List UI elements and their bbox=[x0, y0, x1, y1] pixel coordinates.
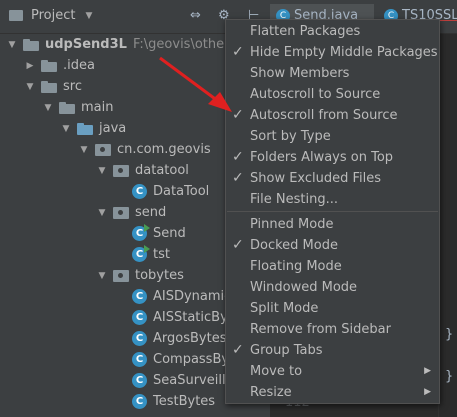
menu-item-label: Pinned Mode bbox=[250, 217, 334, 232]
menu-item-floating-mode[interactable]: Floating Mode bbox=[226, 256, 439, 277]
java-class-icon: C bbox=[132, 373, 147, 388]
menu-item-group-tabs[interactable]: ✓ Group Tabs bbox=[226, 340, 439, 361]
source-folder-icon bbox=[77, 122, 93, 135]
check-icon: ✓ bbox=[232, 342, 244, 358]
menu-item-label: Split Mode bbox=[250, 301, 319, 316]
check-icon: ✓ bbox=[232, 107, 244, 123]
java-class-icon: C bbox=[132, 310, 147, 325]
chevron-down-icon[interactable]: ▼ bbox=[96, 166, 108, 176]
menu-item-move-to[interactable]: Move to ▶ bbox=[226, 361, 439, 382]
check-icon: ✓ bbox=[232, 237, 244, 253]
menu-item-label: Autoscroll from Source bbox=[250, 108, 398, 123]
chevron-down-icon[interactable]: ▼ bbox=[42, 103, 54, 113]
package-icon bbox=[95, 143, 111, 156]
menu-item-label: Flatten Packages bbox=[250, 24, 361, 39]
menu-item-flatten-packages[interactable]: Flatten Packages bbox=[226, 21, 439, 42]
chevron-down-icon[interactable]: ▼ bbox=[60, 124, 72, 134]
menu-item-label: Docked Mode bbox=[250, 238, 338, 253]
menu-item-label: Remove from Sidebar bbox=[250, 322, 391, 337]
package-icon bbox=[113, 269, 129, 282]
tree-item-label: datatool bbox=[135, 163, 189, 178]
menu-item-label: File Nesting... bbox=[250, 192, 338, 207]
project-title: Project bbox=[31, 8, 76, 23]
menu-item-label: Show Excluded Files bbox=[250, 171, 382, 186]
submenu-arrow-icon: ▶ bbox=[424, 387, 431, 397]
menu-item-remove-from-sidebar[interactable]: Remove from Sidebar bbox=[226, 319, 439, 340]
java-class-icon: C bbox=[132, 289, 147, 304]
menu-item-label: Sort by Type bbox=[250, 129, 331, 144]
menu-item-label: Resize bbox=[250, 385, 292, 400]
tree-item-label: .idea bbox=[63, 58, 95, 73]
chevron-down-icon[interactable]: ▼ bbox=[6, 40, 18, 50]
menu-item-folders-always-on-top[interactable]: ✓ Folders Always on Top bbox=[226, 147, 439, 168]
menu-item-sort-by-type[interactable]: Sort by Type bbox=[226, 126, 439, 147]
chevron-down-icon[interactable]: ▼ bbox=[96, 208, 108, 218]
project-options-menu: Flatten Packages ✓ Hide Empty Middle Pac… bbox=[225, 19, 440, 404]
menu-item-label: Group Tabs bbox=[250, 343, 323, 358]
folder-icon bbox=[41, 59, 57, 72]
tree-item-label: send bbox=[135, 205, 167, 220]
menu-item-windowed-mode[interactable]: Windowed Mode bbox=[226, 277, 439, 298]
tree-item-label: tobytes bbox=[135, 268, 184, 283]
menu-item-hide-empty-middle-packages[interactable]: ✓ Hide Empty Middle Packages bbox=[226, 42, 439, 63]
menu-item-autoscroll-to-source[interactable]: Autoscroll to Source bbox=[226, 84, 439, 105]
submenu-arrow-icon: ▶ bbox=[424, 366, 431, 376]
menu-item-docked-mode[interactable]: ✓ Docked Mode bbox=[226, 235, 439, 256]
chevron-down-icon[interactable]: ▼ bbox=[85, 11, 92, 21]
java-class-icon: C bbox=[132, 331, 147, 346]
tree-item-label: src bbox=[63, 79, 82, 94]
menu-separator bbox=[227, 211, 438, 212]
menu-item-label: Show Members bbox=[250, 66, 350, 81]
menu-item-label: Autoscroll to Source bbox=[250, 87, 381, 102]
tree-item-label: DataTool bbox=[153, 184, 210, 199]
folder-icon bbox=[9, 10, 23, 21]
folder-icon bbox=[59, 101, 75, 114]
menu-item-show-members[interactable]: Show Members bbox=[226, 63, 439, 84]
package-icon bbox=[113, 206, 129, 219]
scroll-from-source-icon[interactable]: ⇔ bbox=[190, 8, 201, 23]
tree-item-label: cn.com.geovis bbox=[117, 142, 211, 157]
java-class-icon: C bbox=[132, 394, 147, 409]
editor-brace: } bbox=[445, 369, 454, 384]
chevron-right-icon[interactable]: ▶ bbox=[24, 61, 36, 71]
check-icon: ✓ bbox=[232, 170, 244, 186]
editor-area: } } bbox=[438, 34, 457, 417]
tree-item-label: CompassByt bbox=[153, 352, 235, 367]
menu-item-label: Floating Mode bbox=[250, 259, 342, 274]
tree-item-label: ArgosBytes bbox=[153, 331, 227, 346]
menu-item-resize[interactable]: Resize ▶ bbox=[226, 382, 439, 403]
check-icon: ✓ bbox=[232, 149, 244, 165]
menu-item-label: Windowed Mode bbox=[250, 280, 358, 295]
tree-item-label: main bbox=[81, 100, 114, 115]
root-name: udpSend3L bbox=[45, 37, 127, 52]
folder-icon bbox=[41, 80, 57, 93]
chevron-down-icon[interactable]: ▼ bbox=[78, 145, 90, 155]
menu-item-label: Folders Always on Top bbox=[250, 150, 394, 165]
menu-item-label: Hide Empty Middle Packages bbox=[250, 45, 438, 60]
check-icon: ✓ bbox=[232, 44, 244, 60]
module-folder-icon bbox=[23, 38, 39, 51]
chevron-down-icon[interactable]: ▼ bbox=[96, 271, 108, 281]
package-icon bbox=[113, 164, 129, 177]
menu-item-split-mode[interactable]: Split Mode bbox=[226, 298, 439, 319]
tree-item-label: tst bbox=[153, 247, 170, 262]
java-class-icon: C bbox=[132, 352, 147, 367]
tree-item-label: Send bbox=[153, 226, 186, 241]
menu-item-autoscroll-from-source[interactable]: ✓ Autoscroll from Source bbox=[226, 105, 439, 126]
tree-item-label: java bbox=[99, 121, 127, 136]
menu-item-show-excluded-files[interactable]: ✓ Show Excluded Files bbox=[226, 168, 439, 189]
editor-brace: } bbox=[445, 327, 454, 342]
project-view-selector[interactable]: Project ▼ bbox=[9, 8, 92, 23]
menu-item-pinned-mode[interactable]: Pinned Mode bbox=[226, 214, 439, 235]
runnable-class-icon: C bbox=[132, 245, 150, 262]
menu-item-file-nesting[interactable]: File Nesting... bbox=[226, 189, 439, 210]
tree-item-label: TestBytes bbox=[153, 394, 216, 409]
menu-item-label: Move to bbox=[250, 364, 303, 379]
chevron-down-icon[interactable]: ▼ bbox=[24, 82, 36, 92]
runnable-class-icon: C bbox=[132, 224, 150, 241]
java-class-icon: C bbox=[132, 184, 147, 199]
